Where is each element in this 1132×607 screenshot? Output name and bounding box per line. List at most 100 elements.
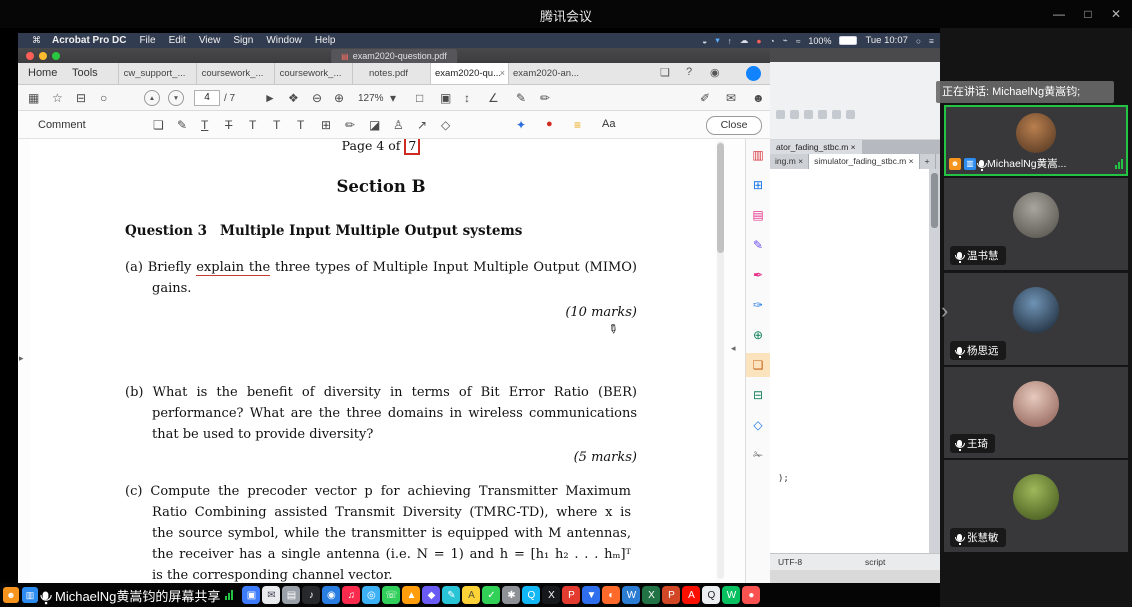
dock-icon-18[interactable]: ▼	[582, 586, 600, 604]
fill-sign-tool-icon[interactable]: ✒	[746, 267, 770, 283]
document-title-tab[interactable]: ▤ exam2020-question.pdf	[331, 49, 457, 63]
editor-tab-2-close-icon[interactable]: ×	[909, 156, 914, 166]
status-icon-3[interactable]: ↑	[728, 36, 732, 46]
fit-width-icon[interactable]: □	[416, 91, 423, 105]
hand-tool-icon[interactable]: ❖	[288, 91, 299, 105]
replace-text-icon[interactable]: T	[273, 118, 280, 132]
people-share-icon[interactable]: ☻	[752, 91, 765, 105]
traffic-zoom-icon[interactable]	[52, 52, 60, 60]
highlight-icon[interactable]: ✏	[540, 91, 550, 105]
menu-sign[interactable]: Sign	[233, 35, 253, 46]
dock-icon-13[interactable]: ✓	[482, 586, 500, 604]
member-chip-icon[interactable]: ☻	[3, 587, 19, 603]
menu-file[interactable]: File	[139, 35, 155, 46]
share-link-icon[interactable]: ✐	[700, 91, 710, 105]
editor-tab-2[interactable]: simulator_fading_stbc.m ×	[809, 154, 919, 169]
zoom-caret-icon[interactable]: ▾	[390, 91, 396, 105]
dock-icon-15[interactable]: Q	[522, 586, 540, 604]
participant-tile-speaking[interactable]: ☻ ▥ MichaelNg黄嵩...	[944, 105, 1128, 176]
dock-icon-7[interactable]: ◎	[362, 586, 380, 604]
page-number-input[interactable]: 4	[194, 90, 220, 106]
comment-close-button[interactable]: Close	[706, 116, 762, 135]
participant-tile[interactable]: 杨思远	[944, 273, 1128, 365]
dock-icon-12[interactable]: A	[462, 586, 480, 604]
screen-chip-icon[interactable]: ▥	[22, 587, 38, 603]
sign-icon[interactable]: ✎	[516, 91, 526, 105]
notification-center-icon[interactable]: ≡	[929, 36, 934, 46]
editor-tab-1-close-icon[interactable]: ×	[798, 156, 803, 166]
page-up-icon[interactable]: ▲	[144, 90, 160, 106]
pencil-tool-icon[interactable]: ✏	[345, 118, 355, 132]
email-icon[interactable]: ✉	[726, 91, 736, 105]
line-weight-icon[interactable]: ≡	[574, 118, 581, 132]
dock-icon-23[interactable]: A	[682, 586, 700, 604]
dock-icon-4[interactable]: ♪	[302, 586, 320, 604]
arrow-tool-icon[interactable]: ↗	[417, 118, 427, 132]
organize-pages-tool-icon[interactable]: ▤	[746, 207, 770, 223]
doc-tab-4[interactable]: notes.pdf	[352, 63, 430, 84]
insert-text-icon[interactable]: T	[249, 118, 256, 132]
cloud-status-icon[interactable]: ☁	[740, 35, 749, 46]
dock-icon-14[interactable]: ✱	[502, 586, 520, 604]
participant-tile[interactable]: 王琦	[944, 367, 1128, 458]
traffic-close-icon[interactable]	[26, 52, 34, 60]
dock-icon-16[interactable]: X	[542, 586, 560, 604]
editor-tab-1[interactable]: ing.m ×	[770, 154, 809, 169]
text-box-icon[interactable]: ⊞	[321, 118, 331, 132]
tab-home[interactable]: Home	[22, 63, 63, 84]
protect-tool-icon[interactable]: ◇	[746, 417, 770, 433]
editor-scrollbar-thumb[interactable]	[931, 173, 938, 228]
pdf-scrollbar-thumb[interactable]	[717, 143, 724, 253]
strikethrough-text-icon[interactable]: T	[225, 118, 232, 132]
minimize-button[interactable]: —	[1050, 7, 1068, 21]
left-panel-expand-icon[interactable]: ▸	[19, 353, 24, 364]
page-down-icon[interactable]: ▼	[168, 90, 184, 106]
status-icon-2[interactable]: ▾	[715, 35, 719, 46]
more-tools-icon[interactable]: ⊕	[746, 327, 770, 343]
dock-icon-8[interactable]: ☏	[382, 586, 400, 604]
scroll-mode-icon[interactable]: ↕	[464, 91, 470, 105]
menubar-app-name[interactable]: Acrobat Pro DC	[52, 35, 126, 46]
record-status-icon[interactable]: ●	[756, 36, 761, 46]
dock-icon-9[interactable]: ▲	[402, 586, 420, 604]
editor-new-tab-button[interactable]: +	[920, 154, 936, 169]
spotlight-search-icon[interactable]: ○	[916, 36, 921, 46]
comment-tool-icon[interactable]: ❏	[746, 353, 770, 377]
menu-window[interactable]: Window	[266, 35, 302, 46]
star-icon[interactable]: ☆	[52, 91, 63, 105]
panel-collapse-icon[interactable]: ›	[941, 298, 948, 324]
dock-icon-5[interactable]: ◉	[322, 586, 340, 604]
dock-icon-1[interactable]: ▣	[242, 586, 260, 604]
text-style-icon[interactable]: Aa	[602, 118, 615, 130]
help-icon[interactable]: ?	[686, 66, 692, 78]
underline-text-icon[interactable]: T	[201, 118, 208, 132]
misc-tool-icon[interactable]: ✁	[746, 447, 770, 463]
menu-help[interactable]: Help	[315, 35, 336, 46]
fit-page-icon[interactable]: ▣	[440, 91, 451, 105]
wifi-status-icon[interactable]: ≈	[796, 36, 801, 46]
highlight-text-icon[interactable]: ✎	[177, 118, 187, 132]
menu-view[interactable]: View	[199, 35, 221, 46]
dock-icon-3[interactable]: ▤	[282, 586, 300, 604]
edit-pdf-tool-icon[interactable]: ✎	[746, 237, 770, 253]
participant-tile[interactable]: 温书慧	[944, 178, 1128, 270]
dock-icon-26[interactable]: ●	[742, 586, 760, 604]
traffic-minimize-icon[interactable]	[39, 52, 47, 60]
dock-icon-20[interactable]: W	[622, 586, 640, 604]
select-tool-icon[interactable]: ►	[264, 91, 276, 105]
doc-tab-3[interactable]: coursework_...	[274, 63, 352, 84]
measure-icon[interactable]: ∠	[488, 91, 499, 105]
dock-icon-17[interactable]: P	[562, 586, 580, 604]
zoom-in-icon[interactable]: ⊕	[334, 91, 344, 105]
bell-icon[interactable]: ◉	[710, 66, 720, 79]
tab-tools[interactable]: Tools	[66, 63, 104, 84]
status-icon-7[interactable]: ⌁	[783, 35, 788, 46]
save-icon[interactable]: ▦	[28, 91, 39, 105]
maximize-button[interactable]: □	[1079, 7, 1097, 21]
status-icon-1[interactable]: ◒	[702, 36, 707, 46]
stamp-tool-icon[interactable]: ♙	[393, 118, 404, 132]
dock-icon-25[interactable]: W	[722, 586, 740, 604]
editor-doc-tab[interactable]: ator_fading_stbc.m ×	[770, 140, 862, 154]
dock-icon-21[interactable]: X	[642, 586, 660, 604]
dock-icon-24[interactable]: Q	[702, 586, 720, 604]
